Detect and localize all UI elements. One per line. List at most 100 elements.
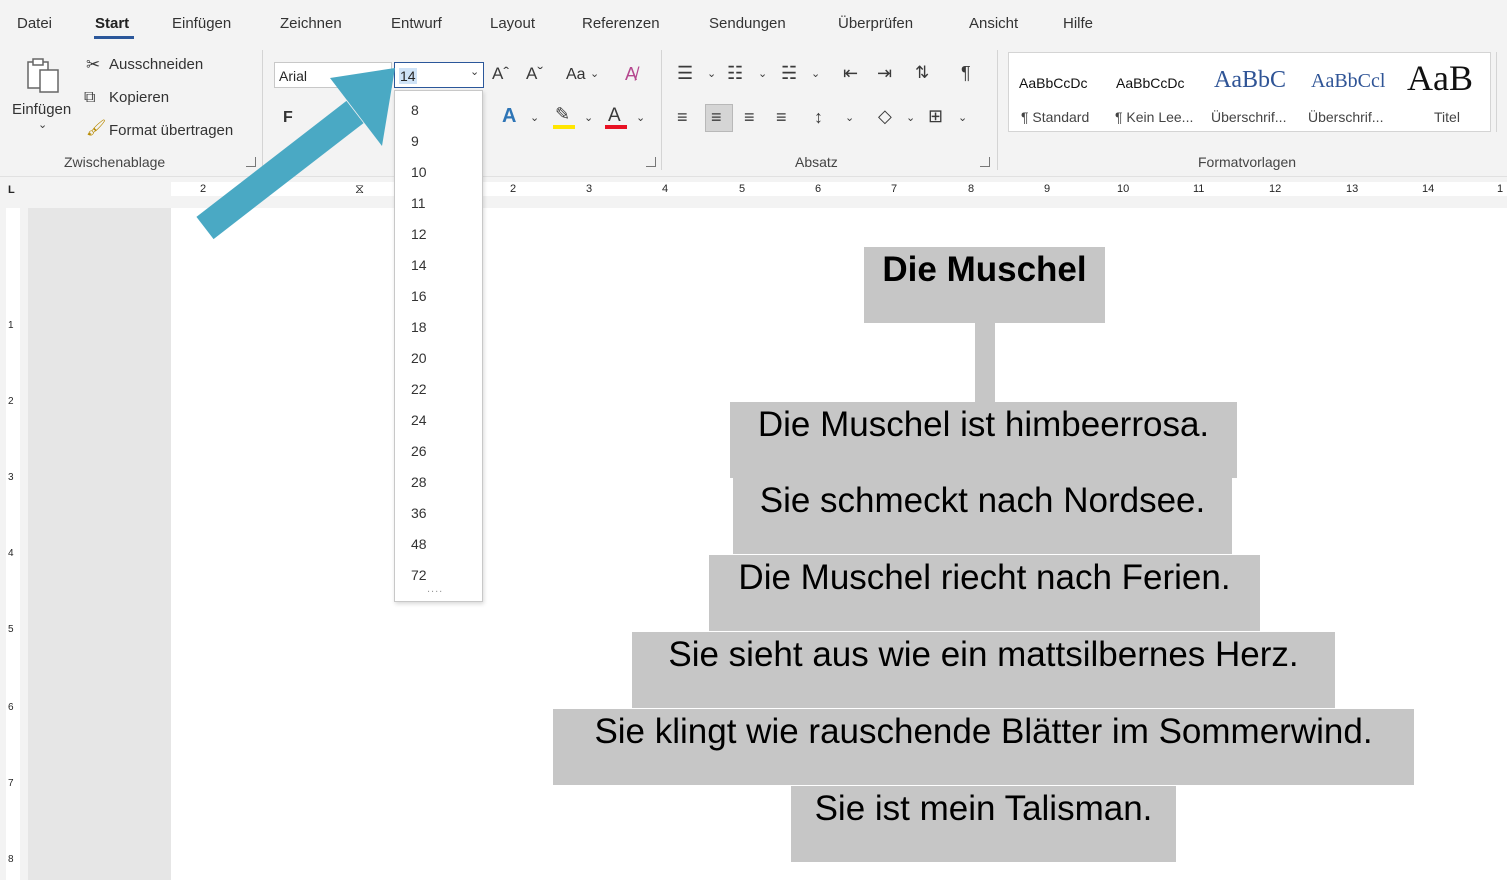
bold-button[interactable]: F [283, 109, 293, 127]
tab-zeichnen[interactable]: Zeichnen [280, 15, 342, 32]
tab-datei[interactable]: Datei [17, 15, 52, 32]
clear-formatting-icon[interactable]: A̸ [625, 65, 637, 83]
font-size-dropdown-list[interactable]: 8 9 10 11 12 14 16 18 20 22 24 26 28 36 … [394, 90, 483, 602]
tab-einfuegen[interactable]: Einfügen [172, 15, 231, 32]
poem-line[interactable]: Die Muschel ist himbeerrosa. [730, 402, 1237, 478]
align-right-icon[interactable]: ≡ [744, 108, 755, 126]
ruler-mark: 2 [510, 183, 517, 195]
font-size-option[interactable]: 36 [411, 505, 427, 521]
cut-button[interactable]: Ausschneiden [109, 56, 203, 73]
font-size-option[interactable]: 18 [411, 319, 427, 335]
pilcrow-icon[interactable]: ¶ [961, 64, 971, 82]
chevron-down-icon[interactable]: ⌄ [590, 69, 599, 80]
justify-icon[interactable]: ≡ [776, 108, 787, 126]
text-effects-icon[interactable]: A [502, 106, 516, 126]
change-case-button[interactable]: Aa [566, 66, 586, 84]
font-size-option[interactable]: 14 [411, 257, 427, 273]
shrink-font-icon[interactable]: Aˇ [526, 65, 543, 82]
chevron-down-icon[interactable]: ⌄ [530, 113, 539, 124]
font-size-option[interactable]: 48 [411, 536, 427, 552]
scissors-icon[interactable]: ✂ [86, 56, 100, 73]
shading-icon[interactable]: ◇ [878, 107, 892, 125]
font-size-option[interactable]: 16 [411, 288, 427, 304]
paste-icon[interactable] [24, 56, 64, 96]
tab-entwurf[interactable]: Entwurf [391, 15, 442, 32]
numbering-icon[interactable]: ☷ [727, 64, 743, 82]
chevron-down-icon[interactable]: ⌄ [811, 69, 820, 80]
copy-button[interactable]: Kopieren [109, 89, 169, 106]
font-size-option[interactable]: 22 [411, 381, 427, 397]
tab-layout[interactable]: Layout [490, 15, 535, 32]
horizontal-ruler[interactable]: L 2 ⧖ 2 3 4 5 6 7 8 9 10 11 12 13 14 1 [0, 178, 1507, 208]
document-title[interactable]: Die Muschel [864, 247, 1105, 323]
style-name-title[interactable]: Titel [1434, 109, 1460, 125]
copy-icon[interactable]: ⧉ [84, 90, 95, 106]
decrease-indent-icon[interactable]: ⇤ [843, 64, 858, 82]
font-size-option[interactable]: 24 [411, 412, 427, 428]
font-size-option[interactable]: 26 [411, 443, 427, 459]
font-size-option[interactable]: 20 [411, 350, 427, 366]
style-preview-title[interactable]: AaB [1407, 57, 1473, 99]
font-size-option[interactable]: 8 [411, 102, 419, 118]
paragraph-group-label: Absatz [795, 154, 838, 170]
paste-button-label[interactable]: Einfügen [12, 101, 71, 118]
bullets-icon[interactable]: ☰ [677, 64, 693, 82]
multilevel-list-icon[interactable]: ☵ [781, 64, 797, 82]
font-size-dropdown-icon[interactable]: ⌄ [470, 67, 479, 78]
chevron-down-icon[interactable]: ⌄ [636, 113, 645, 124]
poem-line[interactable]: Sie schmeckt nach Nordsee. [733, 478, 1232, 554]
chevron-down-icon[interactable]: ⌄ [845, 113, 854, 124]
paragraph-dialog-launcher-icon[interactable] [980, 157, 990, 167]
increase-indent-icon[interactable]: ⇥ [877, 64, 892, 82]
font-size-option[interactable]: 9 [411, 133, 419, 149]
style-preview-no-spacing[interactable]: AaBbCcDc [1116, 75, 1184, 91]
style-preview-standard[interactable]: AaBbCcDc [1019, 75, 1087, 91]
font-dialog-launcher-icon[interactable] [646, 157, 656, 167]
format-painter-button[interactable]: Format übertragen [109, 122, 233, 139]
style-name-heading1[interactable]: Überschrif... [1211, 109, 1286, 125]
tab-hilfe[interactable]: Hilfe [1063, 15, 1093, 32]
font-size-option[interactable]: 12 [411, 226, 427, 242]
poem-line[interactable]: Sie klingt wie rauschende Blätter im Som… [553, 709, 1414, 785]
tab-start[interactable]: Start [95, 15, 129, 32]
font-size-option[interactable]: 10 [411, 164, 427, 180]
tab-sendungen[interactable]: Sendungen [709, 15, 786, 32]
format-painter-icon[interactable]: 🖌 [86, 121, 106, 137]
poem-line[interactable]: Sie sieht aus wie ein mattsilbernes Herz… [632, 632, 1335, 708]
tab-selector[interactable]: L [8, 184, 15, 196]
borders-icon[interactable]: ⊞ [928, 107, 943, 125]
style-name-no-spacing[interactable]: ¶ Kein Lee... [1115, 109, 1193, 125]
font-size-option[interactable]: 72 [411, 567, 427, 583]
chevron-down-icon[interactable]: ⌄ [707, 69, 716, 80]
style-name-standard[interactable]: ¶ Standard [1021, 109, 1089, 125]
font-family-field[interactable]: Arial [274, 62, 392, 88]
clipboard-dialog-launcher-icon[interactable] [246, 157, 256, 167]
line-spacing-icon[interactable]: ↕ [814, 108, 823, 126]
chevron-down-icon[interactable]: ⌄ [906, 113, 915, 124]
style-preview-heading2[interactable]: AaBbCcl [1311, 70, 1385, 93]
poem-line[interactable]: Sie ist mein Talisman. [791, 786, 1176, 862]
style-name-heading2[interactable]: Überschrif... [1308, 109, 1383, 125]
align-center-button[interactable]: ≡ [705, 104, 733, 132]
tab-ansicht[interactable]: Ansicht [969, 15, 1018, 32]
chevron-down-icon[interactable]: ⌄ [958, 113, 967, 124]
tab-referenzen[interactable]: Referenzen [582, 15, 660, 32]
style-preview-heading1[interactable]: AaBbC [1214, 67, 1286, 94]
align-left-icon[interactable]: ≡ [677, 108, 688, 126]
styles-scroll[interactable] [1496, 52, 1507, 132]
poem-line[interactable]: Die Muschel riecht nach Ferien. [709, 555, 1260, 631]
chevron-down-icon[interactable]: ⌄ [38, 120, 47, 131]
resize-grip[interactable]: .... [427, 583, 443, 595]
indent-marker-icon[interactable]: ⧖ [355, 181, 364, 197]
font-size-option[interactable]: 11 [411, 195, 426, 211]
font-color-icon[interactable]: A [608, 106, 621, 125]
chevron-down-icon[interactable]: ⌄ [584, 113, 593, 124]
font-size-option[interactable]: 28 [411, 474, 427, 490]
highlight-pen-icon[interactable]: ✎ [555, 105, 570, 123]
sort-icon[interactable]: ⇅ [915, 64, 929, 81]
grow-font-icon[interactable]: Aˆ [492, 65, 509, 82]
tab-ueberpruefen[interactable]: Überprüfen [838, 15, 913, 32]
ruler-mark: 5 [739, 183, 746, 195]
vertical-ruler[interactable]: 1 2 3 4 5 6 7 8 [0, 208, 28, 880]
chevron-down-icon[interactable]: ⌄ [758, 69, 767, 80]
